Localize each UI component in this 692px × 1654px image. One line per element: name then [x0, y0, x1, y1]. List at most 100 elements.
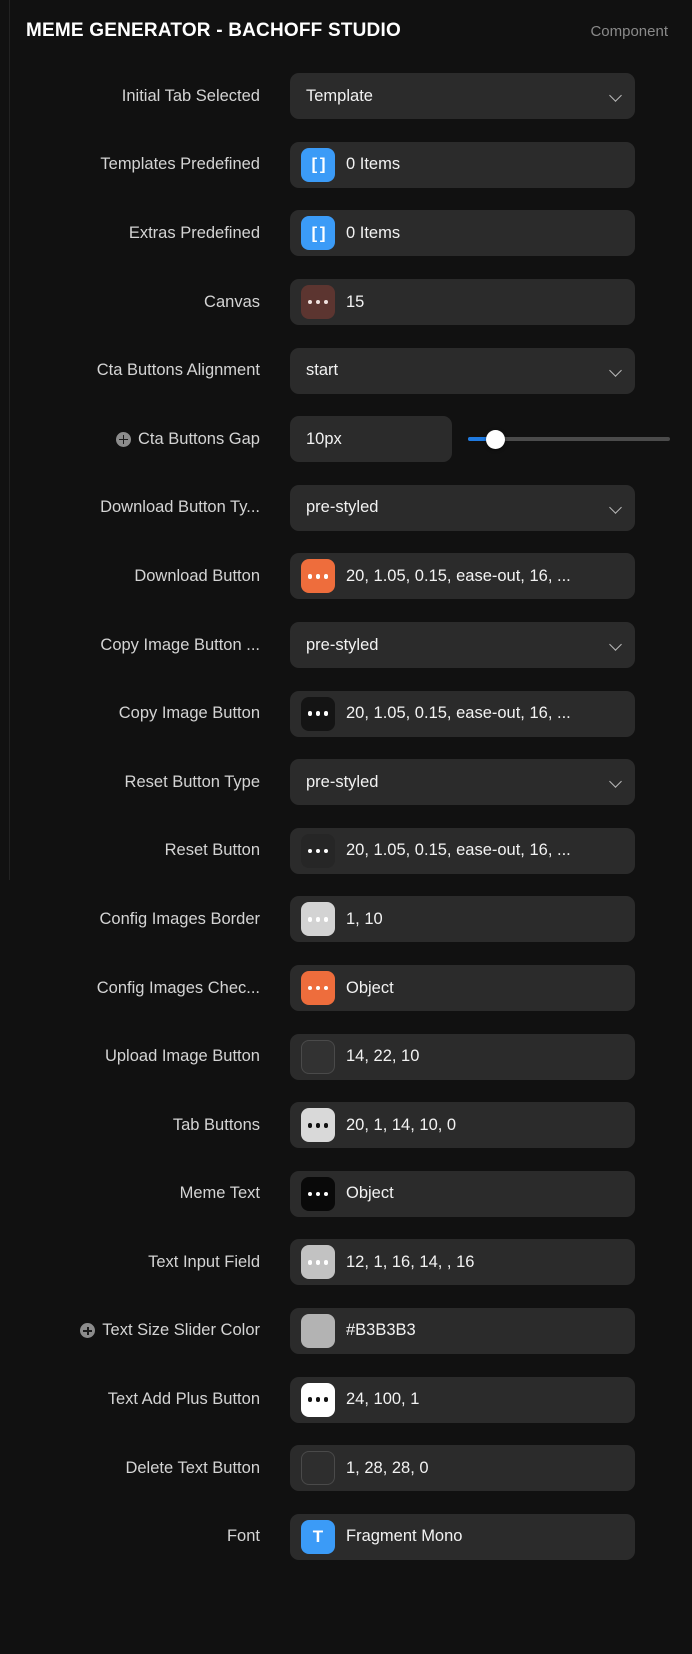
select-value: Template: [306, 87, 373, 106]
value-field[interactable]: [ ] 0 Items: [290, 142, 635, 188]
value-field[interactable]: 20, 1.05, 0.15, ease-out, 16, ...: [290, 553, 635, 599]
property-label: Copy Image Button ...: [0, 636, 272, 655]
value-field[interactable]: 20, 1.05, 0.15, ease-out, 16, ...: [290, 691, 635, 737]
field-value-text: Object: [346, 979, 394, 998]
property-label: Cta Buttons Alignment: [0, 361, 272, 380]
select-field[interactable]: start: [290, 348, 635, 394]
property-label-text: Text Add Plus Button: [108, 1390, 260, 1409]
property-rows: Initial Tab SelectedTemplate Templates Pr…: [0, 62, 692, 1571]
property-row: Canvas 15: [0, 268, 692, 337]
ellipsis-icon[interactable]: [301, 285, 335, 319]
add-variable-icon[interactable]: [116, 432, 131, 447]
empty-swatch-icon[interactable]: [301, 1451, 335, 1485]
code-brackets-icon[interactable]: [ ]: [301, 148, 335, 182]
value-field[interactable]: 14, 22, 10: [290, 1034, 635, 1080]
property-label: Download Button Ty...: [0, 498, 272, 517]
field-value-text: 15: [346, 293, 364, 312]
ellipsis-icon[interactable]: [301, 902, 335, 936]
add-variable-icon[interactable]: [80, 1323, 95, 1338]
property-control: #B3B3B3: [290, 1308, 635, 1354]
code-brackets-icon[interactable]: [ ]: [301, 216, 335, 250]
field-value-text: 1, 28, 28, 0: [346, 1459, 429, 1478]
ellipsis-icon[interactable]: [301, 1177, 335, 1211]
property-row: Download Button Ty... pre-styled: [0, 474, 692, 543]
field-value-text: 20, 1, 14, 10, 0: [346, 1116, 456, 1135]
ellipsis-dot: [324, 1123, 329, 1128]
property-label: Canvas: [0, 293, 272, 312]
value-field[interactable]: Object: [290, 965, 635, 1011]
ellipsis-dot: [324, 849, 329, 854]
ellipsis-icon[interactable]: [301, 1108, 335, 1142]
property-label-text: Download Button: [134, 567, 260, 586]
ellipsis-dot: [316, 917, 321, 922]
select-field[interactable]: pre-styled: [290, 485, 635, 531]
property-control: pre-styled: [290, 485, 635, 531]
ellipsis-dot: [308, 1192, 313, 1197]
ellipsis-dot: [316, 986, 321, 991]
value-field[interactable]: 12, 1, 16, 14, , 16: [290, 1239, 635, 1285]
ellipsis-dot: [324, 1397, 329, 1402]
ellipsis-icon[interactable]: [301, 559, 335, 593]
property-control: 10px: [290, 416, 452, 462]
ellipsis-dot: [316, 1123, 321, 1128]
property-label-text: Delete Text Button: [125, 1459, 260, 1478]
ellipsis-dot: [324, 574, 329, 579]
property-label: Reset Button: [0, 841, 272, 860]
field-value-text: 0 Items: [346, 155, 400, 174]
gap-slider[interactable]: [468, 416, 670, 462]
ellipsis-icon[interactable]: [301, 1245, 335, 1279]
value-field[interactable]: 1, 10: [290, 896, 635, 942]
swatch-glyph: T: [313, 1528, 323, 1545]
property-control: Object: [290, 1171, 635, 1217]
ellipsis-icon[interactable]: [301, 1383, 335, 1417]
value-field[interactable]: TFragment Mono: [290, 1514, 635, 1560]
property-row: Text Size Slider Color#B3B3B3: [0, 1297, 692, 1366]
ellipsis-dot: [316, 849, 321, 854]
number-input-field[interactable]: 10px: [290, 416, 452, 462]
value-field[interactable]: 20, 1, 14, 10, 0: [290, 1102, 635, 1148]
value-field[interactable]: 1, 28, 28, 0: [290, 1445, 635, 1491]
ellipsis-icon[interactable]: [301, 834, 335, 868]
value-field[interactable]: 20, 1.05, 0.15, ease-out, 16, ...: [290, 828, 635, 874]
property-label-text: Canvas: [204, 293, 260, 312]
property-label: Text Input Field: [0, 1253, 272, 1272]
font-type-icon[interactable]: T: [301, 1520, 335, 1554]
select-value: pre-styled: [306, 636, 378, 655]
slider-handle[interactable]: [486, 430, 505, 449]
value-field[interactable]: #B3B3B3: [290, 1308, 635, 1354]
property-row: FontTFragment Mono: [0, 1502, 692, 1571]
value-field[interactable]: 24, 100, 1: [290, 1377, 635, 1423]
select-field[interactable]: Template: [290, 73, 635, 119]
property-row: Meme TextObject: [0, 1160, 692, 1229]
empty-swatch-icon[interactable]: [301, 1040, 335, 1074]
property-label-text: Cta Buttons Alignment: [97, 361, 260, 380]
chevron-down-icon: [609, 89, 623, 103]
color-swatch-icon[interactable]: [301, 1314, 335, 1348]
property-row: Reset Button Typepre-styled: [0, 748, 692, 817]
ellipsis-dot: [308, 711, 313, 716]
property-label: Download Button: [0, 567, 272, 586]
value-field[interactable]: Object: [290, 1171, 635, 1217]
panel-header: MEME GENERATOR - BACHOFF STUDIO Componen…: [0, 0, 692, 62]
property-control: pre-styled: [290, 622, 635, 668]
value-field[interactable]: [ ]0 Items: [290, 210, 635, 256]
property-label: Templates Predefined: [0, 155, 272, 174]
property-row: Cta Buttons Gap10px: [0, 405, 692, 474]
select-field[interactable]: pre-styled: [290, 622, 635, 668]
value-field[interactable]: 15: [290, 279, 635, 325]
property-label: Upload Image Button: [0, 1047, 272, 1066]
property-row: Text Add Plus Button 24, 100, 1: [0, 1365, 692, 1434]
select-field[interactable]: pre-styled: [290, 759, 635, 805]
component-properties-panel: MEME GENERATOR - BACHOFF STUDIO Componen…: [0, 0, 692, 1654]
ellipsis-dot: [308, 986, 313, 991]
property-row: Copy Image Button ... pre-styled: [0, 611, 692, 680]
ellipsis-icon[interactable]: [301, 697, 335, 731]
property-label-text: Templates Predefined: [100, 155, 260, 174]
property-control: 15: [290, 279, 635, 325]
property-row: Initial Tab SelectedTemplate: [0, 62, 692, 131]
chevron-down-icon: [609, 501, 623, 515]
ellipsis-dot: [324, 711, 329, 716]
swatch-glyph: [ ]: [311, 156, 324, 173]
property-control: Object: [290, 965, 635, 1011]
ellipsis-icon[interactable]: [301, 971, 335, 1005]
